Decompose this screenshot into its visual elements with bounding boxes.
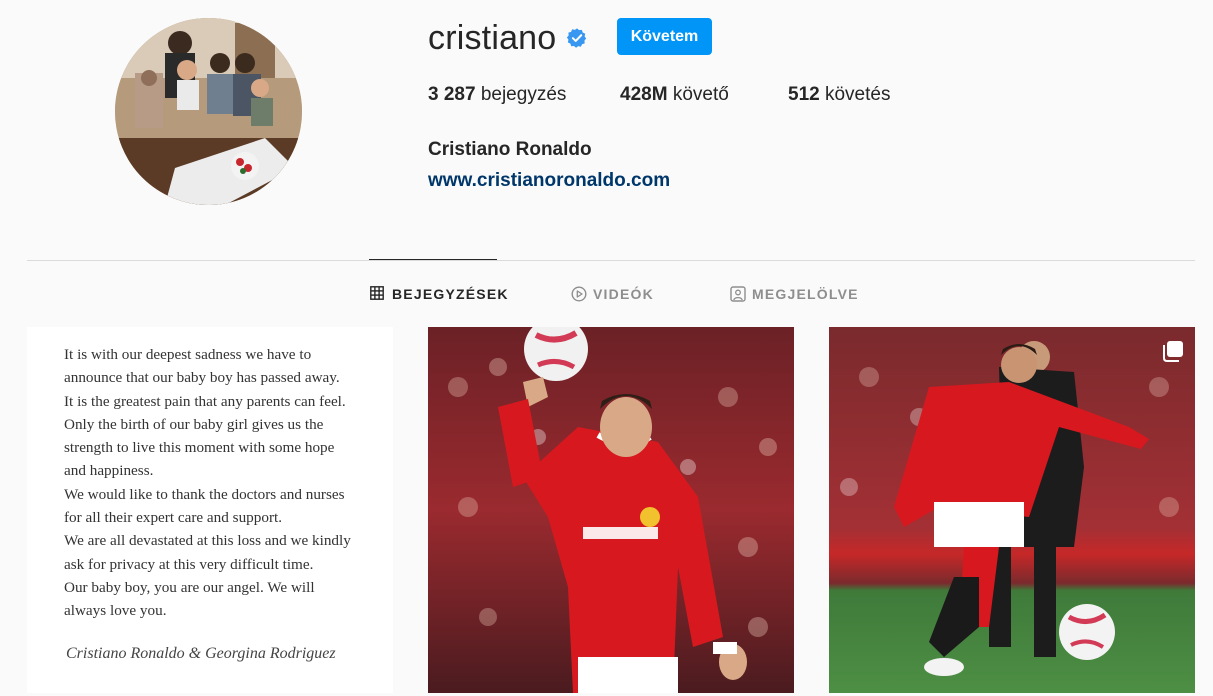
post-text-line: strength to live this moment with some h… (64, 439, 335, 457)
following-count: 512 (788, 84, 820, 105)
post-text-line: Our baby boy, you are our angel. We will (64, 578, 315, 596)
player-photo (428, 327, 794, 693)
post-text-line: ask for privacy at this very difficult t… (64, 555, 314, 573)
profile-page: cristiano Követem 3 287 bejegyzés 428M k… (0, 0, 1213, 696)
post-tile-3[interactable] (829, 327, 1195, 693)
post-text-line: We are all devastated at this loss and w… (64, 532, 351, 550)
post-tile-2[interactable] (428, 327, 794, 693)
post-text-line: We would like to thank the doctors and n… (64, 485, 345, 503)
post-text-line: It is with our deepest sadness we have t… (64, 346, 312, 363)
tab-posts[interactable]: BEJEGYZÉSEK (370, 284, 509, 304)
tabs-divider (27, 260, 1195, 261)
play-icon (571, 286, 587, 302)
profile-avatar[interactable] (115, 18, 302, 205)
following-label: követés (824, 84, 891, 105)
followers-count: 428M (620, 84, 668, 105)
followers-label: követő (672, 84, 729, 105)
post-text-line: for all their expert care and support. (64, 509, 283, 527)
post-text-line: always love you. (64, 602, 167, 620)
post-tile-1[interactable]: It is with our deepest sadness we have t… (27, 327, 393, 693)
grid-icon (370, 286, 386, 302)
tab-videos-label: VIDEÓK (593, 286, 654, 302)
profile-full-name: Cristiano Ronaldo (428, 139, 592, 160)
post-signature: Cristiano Ronaldo & Georgina Rodriguez (66, 645, 336, 662)
active-tab-indicator (369, 259, 497, 260)
multiple-posts-icon (1161, 339, 1185, 363)
verified-badge-icon (566, 27, 588, 49)
tab-videos[interactable]: VIDEÓK (571, 284, 654, 304)
username-row: cristiano (428, 18, 588, 58)
tab-tagged-label: MEGJELÖLVE (752, 286, 859, 302)
tab-posts-label: BEJEGYZÉSEK (392, 286, 509, 302)
followers-stat[interactable]: 428M követő (620, 84, 729, 106)
tagged-icon (730, 286, 746, 302)
follow-button[interactable]: Követem (617, 18, 712, 55)
post-text-line: Only the birth of our baby girl gives us… (64, 415, 324, 433)
post-text-line: and happiness. (64, 462, 154, 480)
profile-stats: 3 287 bejegyzés 428M követő 512 követés (428, 84, 1028, 110)
posts-count-stat: 3 287 bejegyzés (428, 84, 566, 106)
profile-username: cristiano (428, 18, 557, 57)
avatar-photo (115, 18, 302, 205)
post-text-line: It is the greatest pain that any parents… (64, 392, 346, 410)
following-stat[interactable]: 512 követés (788, 84, 890, 106)
post-text-line: announce that our baby boy has passed aw… (64, 369, 340, 387)
posts-count: 3 287 (428, 84, 476, 105)
posts-label: bejegyzés (480, 84, 567, 105)
post-text-content: It is with our deepest sadness we have t… (64, 343, 374, 623)
player-photo (829, 327, 1195, 693)
tab-tagged[interactable]: MEGJELÖLVE (730, 284, 859, 304)
profile-website-link[interactable]: www.cristianoronaldo.com (428, 170, 670, 192)
